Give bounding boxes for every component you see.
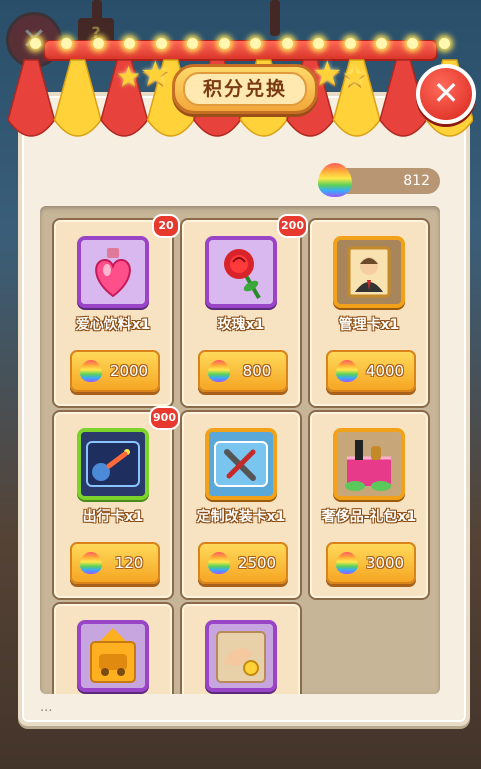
light-bulb bbox=[61, 38, 73, 49]
currency-value: 812 bbox=[403, 173, 430, 189]
stock-badge: 20 bbox=[152, 214, 180, 238]
rainbow-drop-icon bbox=[336, 552, 358, 574]
shop-item-card[interactable]: 奢侈品-礼包x1 3000 bbox=[308, 410, 430, 600]
star-icon: ★ bbox=[140, 54, 171, 94]
background-text: ... bbox=[40, 700, 53, 715]
heart-potion-icon bbox=[77, 236, 149, 308]
light-bulb bbox=[407, 38, 419, 49]
light-bulb bbox=[344, 38, 356, 49]
title-plate: 积分兑换 bbox=[172, 64, 318, 114]
shop-item-card[interactable]: 定制改装卡x1 2500 bbox=[180, 410, 302, 600]
light-bulbs bbox=[30, 38, 450, 54]
buy-button[interactable]: 3000 bbox=[326, 542, 416, 584]
shop-item-card[interactable]: 900 出行卡x1 120 bbox=[52, 406, 180, 600]
manager-card-icon bbox=[333, 236, 405, 308]
rainbow-drop-icon bbox=[80, 360, 102, 382]
item-name: 奢侈品-礼包x1 bbox=[321, 509, 417, 525]
item-grid[interactable]: 20 爱心饮料x1 2000 200 玫瑰x1 800 管理卡x1 4000 900 出行卡… bbox=[40, 206, 440, 694]
rainbow-drop-icon bbox=[208, 552, 230, 574]
travel-card-icon bbox=[77, 428, 149, 500]
item-name: 管理卡x1 bbox=[338, 317, 400, 333]
stock-badge: 200 bbox=[277, 214, 308, 238]
item-name: 爱心饮料x1 bbox=[75, 317, 151, 333]
price-value: 4000 bbox=[365, 362, 405, 380]
item-name: 玫瑰x1 bbox=[217, 317, 265, 333]
price-value: 2500 bbox=[237, 554, 277, 572]
buy-button[interactable]: 2000 bbox=[70, 350, 160, 392]
stock-badge: 900 bbox=[149, 406, 180, 430]
buy-button[interactable]: 2500 bbox=[198, 542, 288, 584]
light-bulb bbox=[30, 38, 41, 49]
price-value: 800 bbox=[242, 362, 272, 380]
light-bulb bbox=[250, 38, 262, 49]
awning-stripe bbox=[8, 59, 56, 137]
price-value: 3000 bbox=[365, 554, 405, 572]
page-title: 积分兑换 bbox=[183, 72, 307, 106]
car-card-icon bbox=[77, 620, 149, 692]
light-bulb bbox=[438, 38, 450, 49]
light-bulb bbox=[92, 38, 104, 49]
awning-stripe bbox=[53, 59, 102, 137]
luxury-gift-icon bbox=[333, 428, 405, 500]
rainbow-drop-icon bbox=[208, 360, 230, 382]
shop-item-card[interactable] bbox=[180, 602, 302, 694]
price-value: 2000 bbox=[109, 362, 149, 380]
rose-icon bbox=[205, 236, 277, 308]
rainbow-drop-icon bbox=[318, 163, 352, 197]
light-bulb bbox=[218, 38, 230, 49]
light-bulb bbox=[187, 38, 199, 49]
hand-coin-card-icon bbox=[205, 620, 277, 692]
buy-button[interactable]: 800 bbox=[198, 350, 288, 392]
shop-item-card[interactable]: 200 玫瑰x1 800 bbox=[180, 214, 308, 408]
light-bulb bbox=[155, 38, 167, 49]
item-name: 定制改装卡x1 bbox=[196, 509, 286, 525]
price-value: 120 bbox=[114, 554, 144, 572]
light-bulb bbox=[313, 38, 325, 49]
shop-item-card[interactable]: 20 爱心饮料x1 2000 bbox=[52, 214, 180, 408]
light-bulb bbox=[375, 38, 387, 49]
star-icon: ★ bbox=[116, 60, 142, 93]
shop-item-card[interactable] bbox=[52, 602, 174, 694]
buy-button[interactable]: 4000 bbox=[326, 350, 416, 392]
light-bulb bbox=[124, 38, 136, 49]
shop-item-card[interactable]: 管理卡x1 4000 bbox=[308, 218, 430, 408]
light-bulb bbox=[281, 38, 293, 49]
buy-button[interactable]: 120 bbox=[70, 542, 160, 584]
star-icon: ★ bbox=[342, 60, 368, 93]
close-button[interactable]: ✕ bbox=[416, 64, 476, 124]
item-name: 出行卡x1 bbox=[82, 509, 144, 525]
modify-card-icon bbox=[205, 428, 277, 500]
rainbow-drop-icon bbox=[336, 360, 358, 382]
rainbow-drop-icon bbox=[80, 552, 102, 574]
